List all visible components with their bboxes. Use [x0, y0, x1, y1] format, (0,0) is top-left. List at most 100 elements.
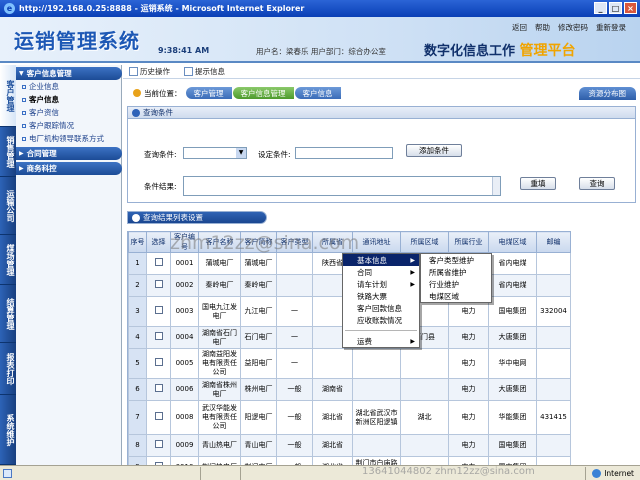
- menu-item-customer-tracking[interactable]: 客户跟踪情况: [16, 119, 122, 132]
- table-cell: 9: [128, 456, 147, 465]
- table-cell: 3: [128, 296, 147, 327]
- close-button[interactable]: ×: [624, 2, 637, 14]
- maximize-button[interactable]: □: [609, 2, 622, 14]
- results-panel-header: 查询结果列表设置: [127, 211, 267, 224]
- vtab-coalyard[interactable]: 煤场管理: [0, 235, 16, 285]
- crumb-customer-info-mgmt[interactable]: 客户信息管理: [232, 87, 294, 99]
- link-help[interactable]: 帮助: [535, 22, 550, 33]
- menu-item-plant-contacts[interactable]: 电厂机构领导联系方式: [16, 132, 122, 145]
- vtab-settlement[interactable]: 结算管理: [0, 285, 16, 343]
- row-checkbox[interactable]: [154, 384, 163, 392]
- reset-button[interactable]: 重填: [520, 177, 556, 190]
- vtab-sales[interactable]: 销售管理: [0, 127, 16, 177]
- table-cell: [400, 348, 449, 379]
- table-row[interactable]: 6 0006 湖南省株州电厂 株州电厂 一般 湖南省 电力 大唐集团: [128, 378, 571, 401]
- table-cell: 国电集团: [488, 296, 537, 327]
- result-textarea[interactable]: [183, 176, 501, 196]
- notice-button[interactable]: 提示信息: [184, 66, 225, 77]
- ctx-item-payment-info[interactable]: 客户回款信息: [343, 302, 419, 314]
- table-cell: 株州电厂: [240, 378, 277, 401]
- ctx-item-freight[interactable]: 运费 ▶: [343, 335, 419, 347]
- col-header[interactable]: 所属区域: [400, 231, 449, 253]
- vtab-customer[interactable]: 客户管理: [0, 65, 16, 127]
- table-cell: 电力: [448, 348, 489, 379]
- bullet-icon: [22, 123, 26, 128]
- table-cell: 一般: [276, 456, 313, 465]
- table-cell: [536, 326, 571, 349]
- col-header[interactable]: 客户简称: [240, 231, 277, 253]
- table-cell: 5: [128, 348, 147, 379]
- col-header[interactable]: 电煤区域: [488, 231, 537, 253]
- sub-item-label: 电煤区域: [429, 291, 459, 301]
- submenu-arrow-icon: ▶: [410, 256, 415, 264]
- col-header[interactable]: 客户编号: [170, 231, 199, 253]
- table-cell: 湖南省石门电厂: [198, 326, 241, 349]
- resource-map-tab[interactable]: 资源分布图: [578, 86, 636, 100]
- table-cell: [536, 252, 571, 275]
- col-header[interactable]: 选择: [146, 231, 171, 253]
- row-checkbox[interactable]: [154, 358, 163, 366]
- row-checkbox[interactable]: [154, 412, 163, 420]
- crumb-customer-mgmt[interactable]: 客户管理: [185, 87, 232, 99]
- crumb-customer-info[interactable]: 客户信息: [294, 87, 341, 99]
- col-header[interactable]: 客户名称: [198, 231, 241, 253]
- ctx-item-rail-plan[interactable]: 请车计划 ▶: [343, 278, 419, 290]
- menu-head-customer-info[interactable]: ▼ 客户信息管理: [16, 67, 122, 80]
- table-cell: 0006: [170, 378, 199, 401]
- col-header[interactable]: 所属行业: [448, 231, 489, 253]
- results-panel-title[interactable]: 查询结果列表设置: [143, 212, 203, 223]
- row-checkbox[interactable]: [154, 280, 163, 288]
- col-header[interactable]: 通讯地址: [352, 231, 401, 253]
- col-header[interactable]: 邮编: [536, 231, 571, 253]
- table-row[interactable]: 7 0008 武汉华能发电有限责任公司 阳逻电厂 一般 湖北省 湖北省武汉市新洲区阳逻镇 湖北…: [128, 400, 571, 435]
- ctx-item-basic-info[interactable]: 基本信息 ▶: [343, 254, 419, 266]
- sub-item-coal-region[interactable]: 电煤区域: [421, 290, 491, 302]
- sub-item-industry[interactable]: 行业维护: [421, 278, 491, 290]
- row-checkbox[interactable]: [154, 306, 163, 314]
- result-label: 条件结果:: [144, 182, 177, 191]
- ctx-item-contract[interactable]: 合同 ▶: [343, 266, 419, 278]
- user-info: 用户名：梁春乐 用户部门：综合办公室: [256, 47, 386, 56]
- vtab-transport[interactable]: 运输公司: [0, 177, 16, 235]
- vtab-reports[interactable]: 报表打印: [0, 343, 16, 395]
- textarea-scrollbar[interactable]: [492, 177, 500, 195]
- search-button[interactable]: 查询: [579, 177, 615, 190]
- row-checkbox[interactable]: [154, 258, 163, 266]
- row-checkbox[interactable]: [154, 332, 163, 340]
- link-back[interactable]: 返回: [512, 22, 527, 33]
- add-condition-button[interactable]: 添加条件: [406, 144, 462, 157]
- table-cell: 0005: [170, 348, 199, 379]
- table-cell: 秦岭电厂: [198, 274, 241, 297]
- table-cell: 4: [128, 326, 147, 349]
- menu-item-company-info[interactable]: 企业信息: [16, 80, 122, 93]
- minimize-button[interactable]: _: [594, 2, 607, 14]
- table-row[interactable]: 5 0005 湖南益阳发电有限责任公司 益阳电厂一 电力 华中电网: [128, 348, 571, 379]
- col-header[interactable]: 所属省: [312, 231, 353, 253]
- link-change-password[interactable]: 修改密码: [558, 22, 588, 33]
- menu-head-business[interactable]: ▶ 商务科控: [16, 162, 122, 175]
- table-cell: 武汉华能发电有限责任公司: [198, 400, 241, 435]
- col-header[interactable]: 序号: [128, 231, 147, 253]
- table-row[interactable]: 9 0010荆门热电厂荆门电厂一般湖北省荆门市白庙路80号 电力国电集团: [128, 456, 571, 465]
- sub-item-customer-type[interactable]: 客户类型维护: [421, 254, 491, 266]
- status-bar: Internet: [0, 465, 640, 480]
- ctx-item-receivables[interactable]: 应收账款情况: [343, 314, 419, 326]
- sub-item-province[interactable]: 所属省维护: [421, 266, 491, 278]
- setting-input[interactable]: [295, 147, 393, 159]
- row-checkbox[interactable]: [154, 440, 163, 448]
- table-cell: 7: [128, 400, 147, 435]
- table-cell: [536, 348, 571, 379]
- menu-item-customer-credit[interactable]: 客户资信: [16, 106, 122, 119]
- col-header[interactable]: 客户类型: [276, 231, 313, 253]
- clock: 9:38:41 AM: [158, 46, 210, 55]
- ctx-item-rail-ticket[interactable]: 铁路大票: [343, 290, 419, 302]
- menu-item-customer-info[interactable]: 客户信息: [16, 93, 122, 106]
- vtab-system[interactable]: 系统维护: [0, 395, 16, 465]
- history-button[interactable]: 历史操作: [129, 66, 170, 77]
- cond-select[interactable]: ▼: [183, 147, 247, 159]
- table-cell: 华能集团: [488, 400, 537, 435]
- link-relogin[interactable]: 重新登录: [596, 22, 626, 33]
- menu-head-contracts[interactable]: ▶ 合同管理: [16, 147, 122, 160]
- collapse-arrow-icon: ▼: [19, 70, 24, 77]
- table-row[interactable]: 8 0009 青山热电厂 青山电厂 一般 湖北省 电力 国电集团: [128, 434, 571, 457]
